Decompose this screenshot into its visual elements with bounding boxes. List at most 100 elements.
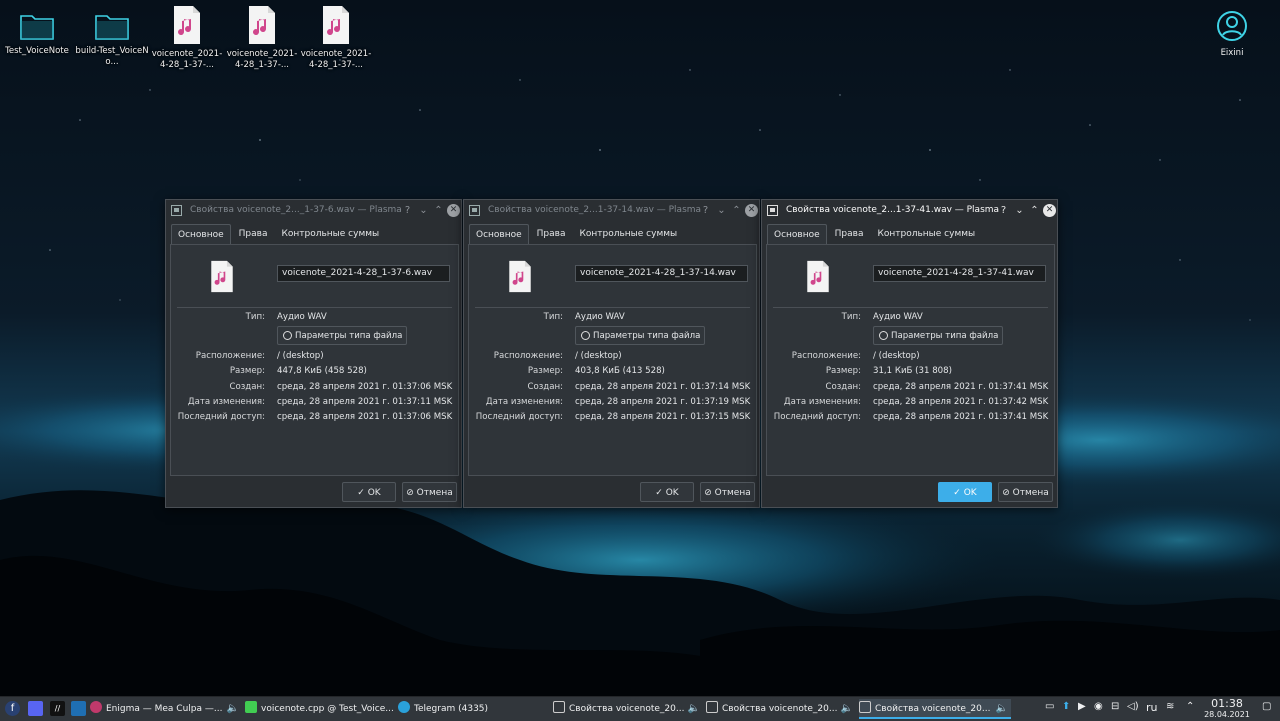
general-panel: Тип: Аудио WAV Параметры типа файла Распо… — [170, 244, 459, 476]
tab-general[interactable]: Основное — [171, 224, 231, 245]
speaker-icon[interactable]: 🔈 — [841, 699, 853, 719]
minimize-button[interactable]: ⌄ — [715, 204, 728, 217]
notifications-icon[interactable]: ⊟ — [1111, 701, 1119, 717]
task-properties-2[interactable]: Свойства voicenote_20... 🔈 — [706, 699, 856, 719]
cancel-button[interactable]: ⊘ Отмена — [700, 482, 755, 502]
accessed-label: Последний доступ: — [773, 412, 861, 422]
desktop-icon-build-folder[interactable]: build-Test_VoiceNo... — [75, 10, 149, 68]
properties-dialog-3[interactable]: Свойства voicenote_2...1-37-41.wav — Pla… — [761, 199, 1058, 508]
color-picker-icon[interactable]: ◉ — [1094, 701, 1103, 717]
jetbrains-icon[interactable]: // — [50, 701, 65, 716]
type-label: Тип: — [543, 312, 563, 322]
filetype-options-button[interactable]: Параметры типа файла — [575, 326, 705, 345]
folder-icon — [0, 10, 74, 42]
created-value: среда, 28 апреля 2021 г. 01:37:41 MSK — [873, 382, 1049, 392]
desktop-icon-voicenote-2[interactable]: voicenote_2021-4-28_1-37-... — [225, 5, 299, 71]
tab-checksums[interactable]: Контрольные суммы — [871, 224, 981, 244]
tab-general[interactable]: Основное — [767, 224, 827, 245]
desktop-icon-voicenote-1[interactable]: voicenote_2021-4-28_1-37-... — [150, 5, 224, 71]
created-label: Создан: — [229, 382, 265, 392]
tab-checksums[interactable]: Контрольные суммы — [573, 224, 683, 244]
desktop-icon-user[interactable]: Eixini — [1207, 10, 1257, 58]
tab-checksums[interactable]: Контрольные суммы — [275, 224, 385, 244]
modified-label: Дата изменения: — [187, 397, 265, 407]
audio-file-icon — [509, 260, 531, 293]
desktop-icon-test-voicenote[interactable]: Test_VoiceNote — [0, 10, 74, 57]
titlebar[interactable]: Свойства voicenote_2..._1-37-6.wav — Pla… — [166, 200, 461, 222]
type-label: Тип: — [245, 312, 265, 322]
titlebar[interactable]: Свойства voicenote_2...1-37-14.wav — Pla… — [464, 200, 759, 222]
filetype-options-button[interactable]: Параметры типа файла — [873, 326, 1003, 345]
task-music-player[interactable]: Enigma — Mea Culpa —... 🔈 — [90, 699, 242, 719]
tab-bar: Основное Права Контрольные суммы — [171, 224, 387, 245]
created-value: среда, 28 апреля 2021 г. 01:37:14 MSK — [575, 382, 751, 392]
fedora-icon[interactable]: f — [5, 701, 20, 716]
help-button[interactable]: ? — [997, 204, 1010, 217]
filename-input[interactable] — [575, 265, 748, 282]
maximize-button[interactable]: ⌃ — [1028, 204, 1041, 217]
cancel-button[interactable]: ⊘ Отмена — [998, 482, 1053, 502]
close-button[interactable]: ✕ — [1043, 204, 1056, 217]
properties-dialog-1[interactable]: Свойства voicenote_2..._1-37-6.wav — Pla… — [165, 199, 462, 508]
tab-general[interactable]: Основное — [469, 224, 529, 245]
media-play-icon[interactable]: ▶ — [1078, 701, 1086, 717]
properties-icon — [706, 701, 718, 713]
task-properties-3[interactable]: Свойства voicenote_20... 🔈 — [859, 699, 1011, 719]
task-qt-creator[interactable]: voicenote.cpp @ Test_Voice... — [245, 699, 395, 719]
help-button[interactable]: ? — [699, 204, 712, 217]
speaker-icon[interactable]: 🔈 — [996, 699, 1008, 717]
accessed-value: среда, 28 апреля 2021 г. 01:37:15 MSK — [575, 412, 751, 422]
show-desktop-icon[interactable]: ▢ — [1262, 701, 1271, 717]
maximize-button[interactable]: ⌃ — [432, 204, 445, 217]
window-title: Свойства voicenote_2..._1-37-6.wav — Pla… — [190, 205, 402, 215]
clock-date: 28.04.2021 — [1204, 710, 1250, 719]
properties-dialog-2[interactable]: Свойства voicenote_2...1-37-14.wav — Pla… — [463, 199, 760, 508]
type-label: Тип: — [841, 312, 861, 322]
maximize-button[interactable]: ⌃ — [730, 204, 743, 217]
volume-icon[interactable]: ◁) — [1127, 701, 1139, 717]
size-value: 447,8 КиБ (458 528) — [277, 366, 367, 376]
minimize-button[interactable]: ⌄ — [1013, 204, 1026, 217]
location-value: / (desktop) — [277, 351, 324, 361]
task-properties-1[interactable]: Свойства voicenote_20... 🔈 — [553, 699, 703, 719]
modified-label: Дата изменения: — [485, 397, 563, 407]
task-telegram[interactable]: Telegram (4335) — [398, 699, 550, 719]
speaker-icon[interactable]: 🔈 — [688, 699, 700, 719]
audio-file-icon — [225, 5, 299, 45]
taskbar: f // Enigma — Mea Culpa —... 🔈 voicenote… — [0, 696, 1280, 721]
titlebar[interactable]: Свойства voicenote_2...1-37-41.wav — Pla… — [762, 200, 1057, 222]
filename-input[interactable] — [277, 265, 450, 282]
close-button[interactable]: ✕ — [745, 204, 758, 217]
speaker-icon[interactable]: 🔈 — [227, 699, 239, 719]
divider — [177, 307, 452, 308]
clipboard-icon[interactable]: ▭ — [1045, 701, 1054, 717]
expand-tray-icon[interactable]: ⌃ — [1186, 701, 1194, 717]
keyboard-layout[interactable]: ru — [1146, 701, 1158, 717]
ok-button[interactable]: ✓ OK — [640, 482, 694, 502]
clock[interactable]: 01:38 28.04.2021 — [1199, 698, 1255, 720]
update-icon[interactable]: ⬆ — [1062, 701, 1070, 717]
tab-permissions[interactable]: Права — [233, 224, 274, 244]
audio-file-icon — [150, 5, 224, 45]
help-button[interactable]: ? — [401, 204, 414, 217]
tab-permissions[interactable]: Права — [531, 224, 572, 244]
user-label: Eixini — [1220, 48, 1244, 58]
tab-bar: Основное Права Контрольные суммы — [469, 224, 685, 245]
close-button[interactable]: ✕ — [447, 204, 460, 217]
tab-permissions[interactable]: Права — [829, 224, 870, 244]
audio-file-icon — [211, 260, 233, 293]
clock-time: 01:38 — [1211, 697, 1243, 710]
filename-input[interactable] — [873, 265, 1046, 282]
audio-file-icon — [807, 260, 829, 293]
minimize-button[interactable]: ⌄ — [417, 204, 430, 217]
wifi-icon[interactable]: ≋ — [1166, 701, 1174, 717]
accessed-value: среда, 28 апреля 2021 г. 01:37:41 MSK — [873, 412, 1049, 422]
filetype-options-button[interactable]: Параметры типа файла — [277, 326, 407, 345]
vscode-icon[interactable] — [71, 701, 86, 716]
discord-icon[interactable] — [28, 701, 43, 716]
ok-button[interactable]: ✓ OK — [938, 482, 992, 502]
cancel-button[interactable]: ⊘ Отмена — [402, 482, 457, 502]
desktop-icon-voicenote-3[interactable]: voicenote_2021-4-28_1-37-... — [299, 5, 373, 71]
general-panel: Тип: Аудио WAV Параметры типа файла Распо… — [468, 244, 757, 476]
ok-button[interactable]: ✓ OK — [342, 482, 396, 502]
